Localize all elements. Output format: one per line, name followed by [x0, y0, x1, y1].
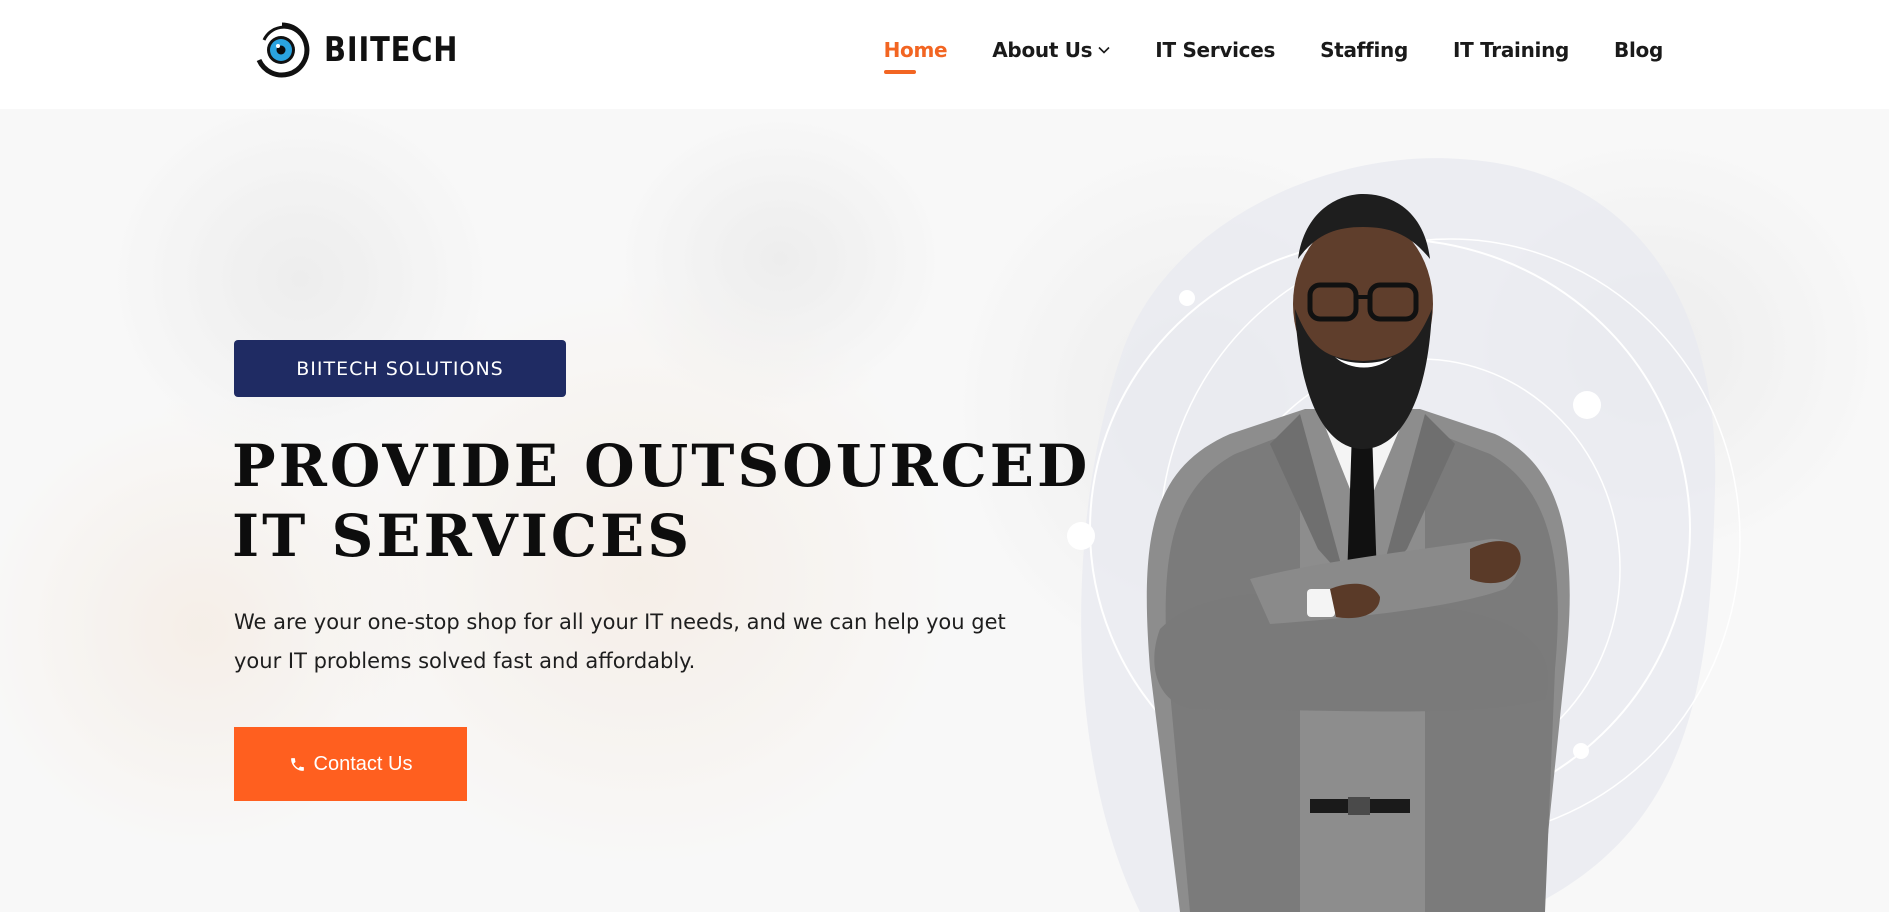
nav-item-blog[interactable]: Blog: [1614, 38, 1663, 62]
nav-item-it-services[interactable]: IT Services: [1155, 38, 1275, 62]
contact-us-button[interactable]: Contact Us: [234, 727, 467, 801]
main-nav: Home About Us IT Services Staffing IT Tr…: [883, 38, 1663, 74]
hero-headline-line-1: PROVIDE OUTSOURCED: [232, 432, 1091, 500]
nav-item-label: About Us: [992, 38, 1093, 62]
nav-item-about-us[interactable]: About Us: [992, 38, 1110, 62]
nav-item-label: Staffing: [1320, 38, 1408, 62]
hero-headline: PROVIDE OUTSOURCED IT SERVICES: [232, 431, 1091, 571]
hero-description: We are your one-stop shop for all your I…: [234, 610, 1006, 673]
hero-headline-line-2: IT SERVICES: [232, 502, 693, 570]
hero-section: BIITECH SOLUTIONS PROVIDE OUTSOURCED IT …: [0, 109, 1889, 912]
nav-item-home[interactable]: Home: [883, 38, 948, 74]
section-badge: BIITECH SOLUTIONS: [234, 340, 566, 397]
brand-name: BIITECH: [324, 30, 459, 70]
nav-item-it-training[interactable]: IT Training: [1453, 38, 1569, 62]
brand-logo[interactable]: BIITECH: [254, 20, 482, 80]
nav-item-label: IT Training: [1452, 38, 1570, 62]
nav-item-label: Blog: [1614, 38, 1663, 62]
contact-us-label: Contact Us: [313, 752, 413, 775]
nav-item-staffing[interactable]: Staffing: [1320, 38, 1408, 62]
businessman-portrait-image: [1067, 158, 1741, 912]
chevron-down-icon: [1098, 46, 1110, 54]
site-header: BIITECH Home About Us IT Services Staffi…: [0, 0, 1889, 109]
nav-item-label: IT Services: [1155, 38, 1276, 62]
nav-item-label: Home: [883, 38, 948, 62]
eye-swirl-logo-icon: [256, 22, 310, 78]
phone-icon: [290, 757, 304, 771]
